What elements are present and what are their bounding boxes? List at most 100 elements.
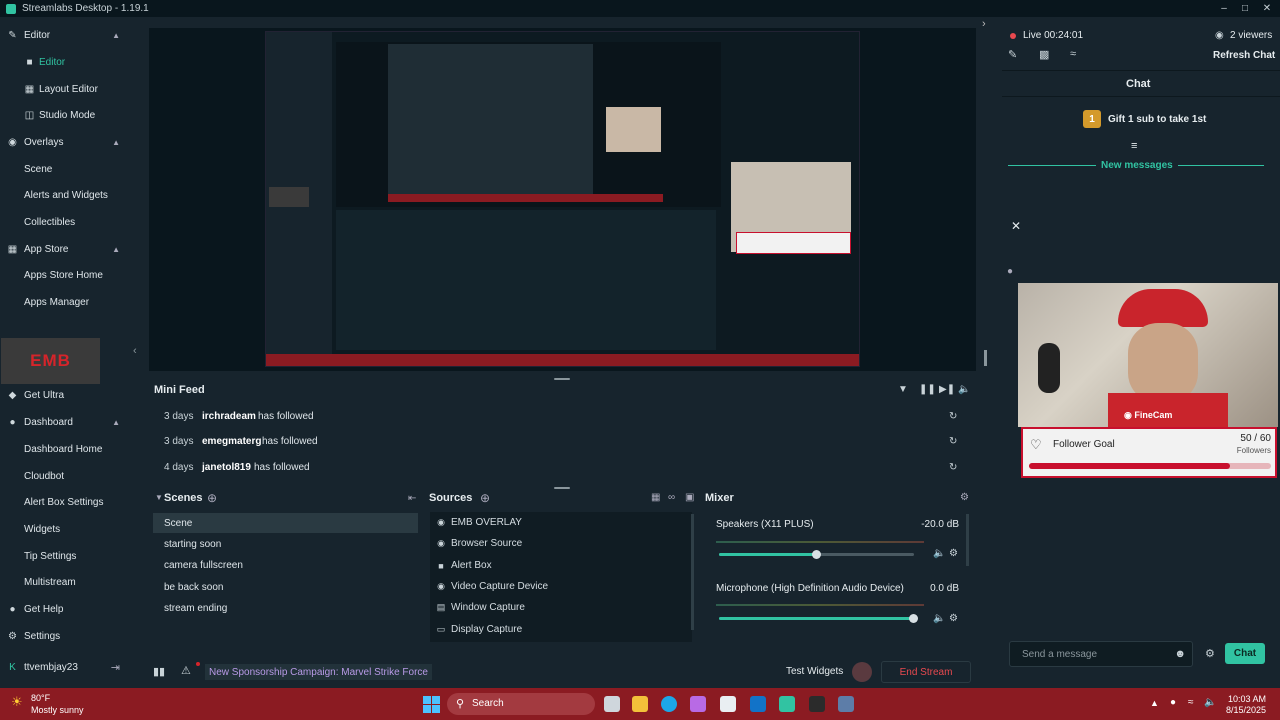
volume-slider-knob[interactable] (909, 614, 918, 623)
sidebar-item-tip-settings[interactable]: Tip Settings (0, 545, 131, 567)
source-item[interactable]: ▤ Window Capture (432, 597, 690, 618)
test-widgets-button[interactable] (852, 662, 872, 682)
sidebar-item-cloudbot[interactable]: Cloudbot (0, 465, 131, 487)
repeat-icon[interactable]: ↻ (949, 411, 957, 422)
gear-icon[interactable]: ⚙ (949, 548, 958, 559)
minimize-button[interactable]: – (1213, 0, 1235, 17)
mixer-settings-icon[interactable]: ⚙ (960, 492, 969, 503)
chat-settings-icon[interactable]: ⚙ (1205, 647, 1215, 660)
sidebar-item-alerts-widgets[interactable]: Alerts and Widgets (0, 184, 131, 206)
edit-stream-icon[interactable]: ✎ (1008, 48, 1017, 61)
source-link-icon[interactable]: ∞ (668, 492, 675, 503)
pause-icon[interactable]: ❚❚ (919, 384, 936, 395)
sponsorship-campaign-link[interactable]: New Sponsorship Campaign: Marvel Strike … (205, 664, 432, 680)
sidebar-item-apps-store-home[interactable]: Apps Store Home (0, 264, 131, 286)
sidebar-item-collectibles[interactable]: Collectibles (0, 211, 131, 233)
close-icon[interactable]: ✕ (1011, 219, 1021, 233)
streamlabs-taskbar-icon[interactable] (779, 696, 795, 712)
collapse-sidebar-icon[interactable]: ‹ (133, 345, 137, 357)
scene-item-selected[interactable] (153, 513, 418, 533)
gear-icon[interactable]: ⚙ (949, 613, 958, 624)
logout-icon[interactable]: ⇥ (111, 661, 120, 674)
collapse-chat-icon[interactable]: › (982, 18, 986, 30)
source-group-icon[interactable]: ▦ (651, 492, 660, 503)
sidebar-item-scene[interactable]: Scene (0, 158, 131, 180)
filter-icon[interactable]: ▼ (898, 384, 908, 395)
share-icon[interactable]: ≈ (1070, 48, 1076, 60)
gift-sub-prompt[interactable]: Gift 1 sub to take 1st (1108, 114, 1206, 125)
chevron-down-icon[interactable]: ▼ (155, 493, 163, 502)
repeat-icon[interactable]: ↻ (949, 462, 957, 473)
edge-icon[interactable] (661, 696, 677, 712)
tray-chevron-icon[interactable]: ▲ (1150, 698, 1159, 708)
outlook-icon[interactable] (750, 696, 766, 712)
refresh-chat-button[interactable]: Refresh Chat (1213, 50, 1275, 61)
sidebar-item-get-ultra[interactable]: ◆ Get Ultra (0, 384, 131, 406)
sidebar-section-dashboard[interactable]: ● Dashboard ▲ (0, 411, 131, 433)
clock-date[interactable]: 8/15/2025 (1220, 705, 1266, 715)
sidebar-section-overlays[interactable]: ◉ Overlays ▲ (0, 131, 131, 153)
taskbar-search[interactable]: ⚲ Search (447, 693, 595, 715)
sidebar-item-studio-mode[interactable]: ◫ Studio Mode (0, 104, 131, 126)
sidebar-item-widgets[interactable]: Widgets (0, 518, 131, 540)
settings-taskbar-icon[interactable] (838, 696, 854, 712)
emoji-icon[interactable]: ☻ (1174, 648, 1186, 660)
repeat-icon[interactable]: ↻ (949, 436, 957, 447)
start-button[interactable] (423, 696, 440, 713)
clock-time[interactable]: 10:03 AM (1220, 694, 1266, 704)
source-item[interactable]: ◉ Video Capture Device (432, 576, 690, 597)
scene-transition-icon[interactable]: ⇤ (408, 493, 416, 504)
sidebar-user[interactable]: Kttvembjay23 ⇥ (0, 656, 131, 678)
scene-item[interactable]: camera fullscreen (164, 560, 243, 571)
wifi-icon[interactable]: ≈ (1188, 697, 1194, 708)
chat-input[interactable]: Send a message ☻ (1009, 641, 1193, 667)
video-icon[interactable]: ▩ (1039, 48, 1049, 61)
close-button[interactable]: ✕ (1256, 0, 1278, 17)
speaker-icon[interactable]: 🔈 (933, 548, 945, 559)
sidebar-section-editor[interactable]: ✎ Editor ▲ (0, 24, 131, 46)
dock-drag-handle[interactable] (554, 487, 570, 489)
end-stream-button[interactable]: End Stream (881, 661, 971, 683)
add-scene-icon[interactable]: ⊕ (207, 491, 217, 505)
mini-feed-drag-handle[interactable] (554, 378, 570, 380)
volume-icon[interactable]: 🔈 (958, 384, 970, 395)
maximize-button[interactable]: □ (1234, 0, 1256, 17)
send-chat-button[interactable]: Chat (1225, 643, 1265, 664)
source-folder-icon[interactable]: ▣ (685, 492, 694, 503)
volume-slider-knob[interactable] (811, 550, 821, 559)
speaker-icon[interactable]: 🔈 (933, 613, 945, 624)
volume-tray-icon[interactable]: 🔈 (1204, 697, 1216, 708)
mixer-scrollbar[interactable] (966, 514, 969, 566)
store-icon[interactable] (720, 696, 736, 712)
source-item[interactable]: ▭ Display Capture (432, 619, 690, 640)
task-view-icon[interactable] (604, 696, 620, 712)
sidebar-item-apps-manager[interactable]: Apps Manager (0, 291, 131, 313)
sidebar-item-layout-editor[interactable]: ▦ Layout Editor (0, 78, 131, 100)
sidebar-item-editor[interactable]: ■ Editor (0, 51, 131, 73)
sidebar-item-multistream[interactable]: Multistream (0, 571, 131, 593)
notification-icon[interactable]: ⚠ (181, 664, 191, 677)
performance-icon[interactable]: ▮▮ (153, 665, 165, 678)
preview-resize-handle[interactable] (984, 350, 987, 366)
mic-tray-icon[interactable]: ● (1170, 697, 1176, 708)
skip-icon[interactable]: ▶❚ (939, 384, 955, 395)
sidebar-section-app-store[interactable]: ▦ App Store ▲ (0, 238, 131, 260)
sources-scrollbar[interactable] (691, 514, 694, 630)
copilot-icon[interactable] (690, 696, 706, 712)
source-item[interactable]: ◉ Browser Source (432, 533, 690, 554)
scene-item[interactable]: be back soon (164, 582, 224, 593)
scene-item[interactable]: starting soon (164, 539, 221, 550)
scene-item[interactable]: Scene (164, 518, 192, 529)
scroll-down-icon[interactable]: ≡ (1131, 140, 1137, 152)
file-explorer-icon[interactable] (632, 696, 648, 712)
weather-desc[interactable]: Mostly sunny (31, 705, 84, 715)
sidebar-item-dashboard-home[interactable]: Dashboard Home (0, 438, 131, 460)
sidebar-item-get-help[interactable]: ● Get Help (0, 598, 131, 620)
weather-temp[interactable]: 80°F (31, 693, 50, 703)
sidebar-item-alert-box-settings[interactable]: Alert Box Settings (0, 491, 131, 513)
sidebar-item-settings[interactable]: ⚙ Settings (0, 625, 131, 647)
source-item[interactable]: ◉ EMB OVERLAY (432, 512, 690, 533)
pin-icon[interactable]: ● (1007, 266, 1013, 277)
source-item[interactable]: ■ Alert Box (432, 555, 690, 576)
add-source-icon[interactable]: ⊕ (480, 491, 490, 505)
